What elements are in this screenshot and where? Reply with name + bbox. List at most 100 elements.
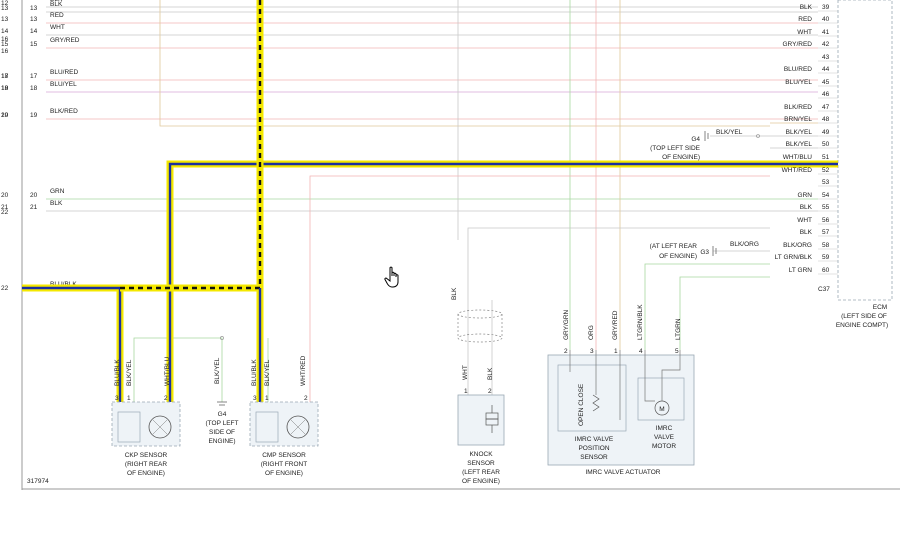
- imrc-motor-symbol: M: [659, 406, 664, 413]
- g4-lower-label-1: G4: [218, 411, 227, 418]
- ecm-wire-color: LT GRN: [789, 267, 813, 274]
- left-outer-number: 14: [1, 28, 9, 35]
- left-pin-number: 20: [30, 192, 38, 199]
- ecm-wire-color: BLK/ORG: [783, 242, 812, 249]
- ecm-wire-color: BLU/YEL: [785, 79, 812, 86]
- knock-label-3: (LEFT REAR: [462, 469, 500, 476]
- g4-lower-label-4: ENGINE): [208, 438, 235, 445]
- left-outer-number: 19: [1, 85, 9, 92]
- left-wire-color: RED: [50, 12, 64, 19]
- left-pin-number: 17: [30, 73, 38, 80]
- ecm-wire-color: BLK: [800, 229, 813, 236]
- knock-wire-1: WHT: [462, 365, 469, 380]
- left-pin-number: 13: [30, 5, 38, 12]
- imrc-pos-label-1: IMRC VALVE: [575, 436, 614, 443]
- left-pin-number: 13: [30, 16, 38, 23]
- hand-cursor-icon: [384, 266, 399, 288]
- imrc-pin-2: 2: [564, 348, 568, 355]
- left-pin-number: 14: [30, 28, 38, 35]
- g3-loc-1: (AT LEFT REAR: [650, 243, 698, 250]
- imrc-motor-label-1: IMRC: [656, 425, 673, 432]
- ecm-pin-number: 56: [822, 217, 830, 224]
- knock-label-2: SENSOR: [467, 460, 495, 467]
- ecm-wire-color: RED: [798, 16, 812, 23]
- highlighted-circuit: [22, 0, 838, 402]
- ecm-label-1: ECM: [873, 304, 887, 311]
- knock-pin-1: 1: [464, 388, 468, 395]
- imrc-motor-label-3: MOTOR: [652, 443, 676, 450]
- cmp-label-2: (RIGHT FRONT: [261, 461, 307, 468]
- imrc-valve-actuator: M 2 3 1 4 5 GRY/GRN ORG GRY/RED LTGRN/BL…: [547, 304, 695, 476]
- imrc-wire-5: LTGRN: [675, 318, 682, 340]
- left-wire-color: BLK: [50, 1, 63, 8]
- left-outer-number: 16: [1, 36, 9, 43]
- g3-name: G3: [700, 249, 709, 256]
- ecm-wire-color: WHT: [797, 29, 812, 36]
- left-outer-number: 22: [1, 209, 9, 216]
- ckp-label-2: (RIGHT REAR: [125, 461, 167, 468]
- left-outer-number: 20: [1, 112, 9, 119]
- ecm-wire-color: BLK/RED: [784, 104, 812, 111]
- ckp-label-1: CKP SENSOR: [125, 452, 168, 459]
- imrc-pos-label-3: SENSOR: [580, 454, 608, 461]
- knock-label-4: OF ENGINE): [462, 478, 500, 485]
- ecm-pin-number: 48: [822, 116, 830, 123]
- left-outer-number: 16: [1, 48, 9, 55]
- knock-wire-2: BLK: [487, 367, 494, 380]
- imrc-actuator-label: IMRC VALVE ACTUATOR: [585, 469, 660, 476]
- left-wire-color: GRY/RED: [50, 37, 80, 44]
- left-outer-number: 18: [1, 73, 9, 80]
- imrc-motor-label-2: VALVE: [654, 434, 675, 441]
- cmp-wire-1: BLU/BLK: [251, 359, 258, 386]
- ecm-pin-number: 39: [822, 4, 830, 11]
- harness-wires: [46, 6, 838, 275]
- ecm-pin-number: 55: [822, 204, 830, 211]
- left-pin-number: 15: [30, 41, 38, 48]
- left-wire-color: WHT: [50, 24, 65, 31]
- ecm-pin-number: 41: [822, 29, 830, 36]
- left-wire-color: GRN: [50, 188, 65, 195]
- connector-c37-label: C37: [818, 286, 830, 293]
- imrc-wire-2: ORG: [588, 325, 595, 340]
- knock-pin-2: 2: [488, 388, 492, 395]
- ckp-wire-2: BLK/YEL: [126, 359, 133, 386]
- figure-number: 317974: [27, 478, 49, 485]
- knock-sensor: 1 2 WHT BLK KNOCK SENSOR (LEFT REAR OF E…: [457, 365, 505, 485]
- left-wire-color: BLU/RED: [50, 69, 78, 76]
- cmp-label-3: OF ENGINE): [265, 470, 303, 477]
- ecm-wire-color: WHT: [797, 217, 812, 224]
- ecm-pin-number: 59: [822, 254, 830, 261]
- g4-lower-wire: BLK/YEL: [214, 357, 221, 384]
- left-wire-color: BLK: [50, 200, 63, 207]
- left-outer-number: 20: [1, 192, 9, 199]
- wiring-diagram: 12BLK1313BLK1313RED1414WHT1515GRY/RED171…: [1, 0, 900, 490]
- imrc-pin-4: 4: [639, 348, 643, 355]
- ckp-pin-2: 2: [164, 395, 168, 402]
- imrc-pos-label-2: POSITION: [578, 445, 609, 452]
- ecm-pin-number: 53: [822, 179, 830, 186]
- cmp-pin-1: 1: [265, 395, 269, 402]
- ecm-pin-number: 44: [822, 66, 830, 73]
- ecm-label-2: (LEFT SIDE OF: [841, 313, 887, 320]
- vertical-wires: [133, 0, 770, 402]
- ecm-wire-color: BLK: [800, 204, 813, 211]
- ecm-wire-color: BLK/YEL: [786, 141, 813, 148]
- left-outer-number: 22: [1, 285, 9, 292]
- ckp-label-3: OF ENGINE): [127, 470, 165, 477]
- ckp-wire-1: BLU/BLK: [114, 359, 121, 386]
- ecm-pin-number: 49: [822, 129, 830, 136]
- ecm-pin-number: 57: [822, 229, 830, 236]
- ecm-pin-number: 54: [822, 192, 830, 199]
- ecm-pin-number: 51: [822, 154, 830, 161]
- knock-shield: [457, 309, 503, 343]
- ckp-pin-3: 3: [115, 395, 119, 402]
- ecm-pin-number: 60: [822, 267, 830, 274]
- ckp-wire-3: WHT/BLU: [164, 356, 171, 386]
- ecm-pin-number: 50: [822, 141, 830, 148]
- ecm-pin-number: 43: [822, 54, 830, 61]
- left-pin-number: 21: [30, 204, 38, 211]
- ground-g3: G3 BLK/ORG (AT LEFT REAR OF ENGINE): [650, 241, 770, 260]
- left-outer-number: 13: [1, 5, 9, 12]
- ecm-wire-color: GRN: [798, 192, 813, 199]
- g4-upper-name: G4: [691, 136, 700, 143]
